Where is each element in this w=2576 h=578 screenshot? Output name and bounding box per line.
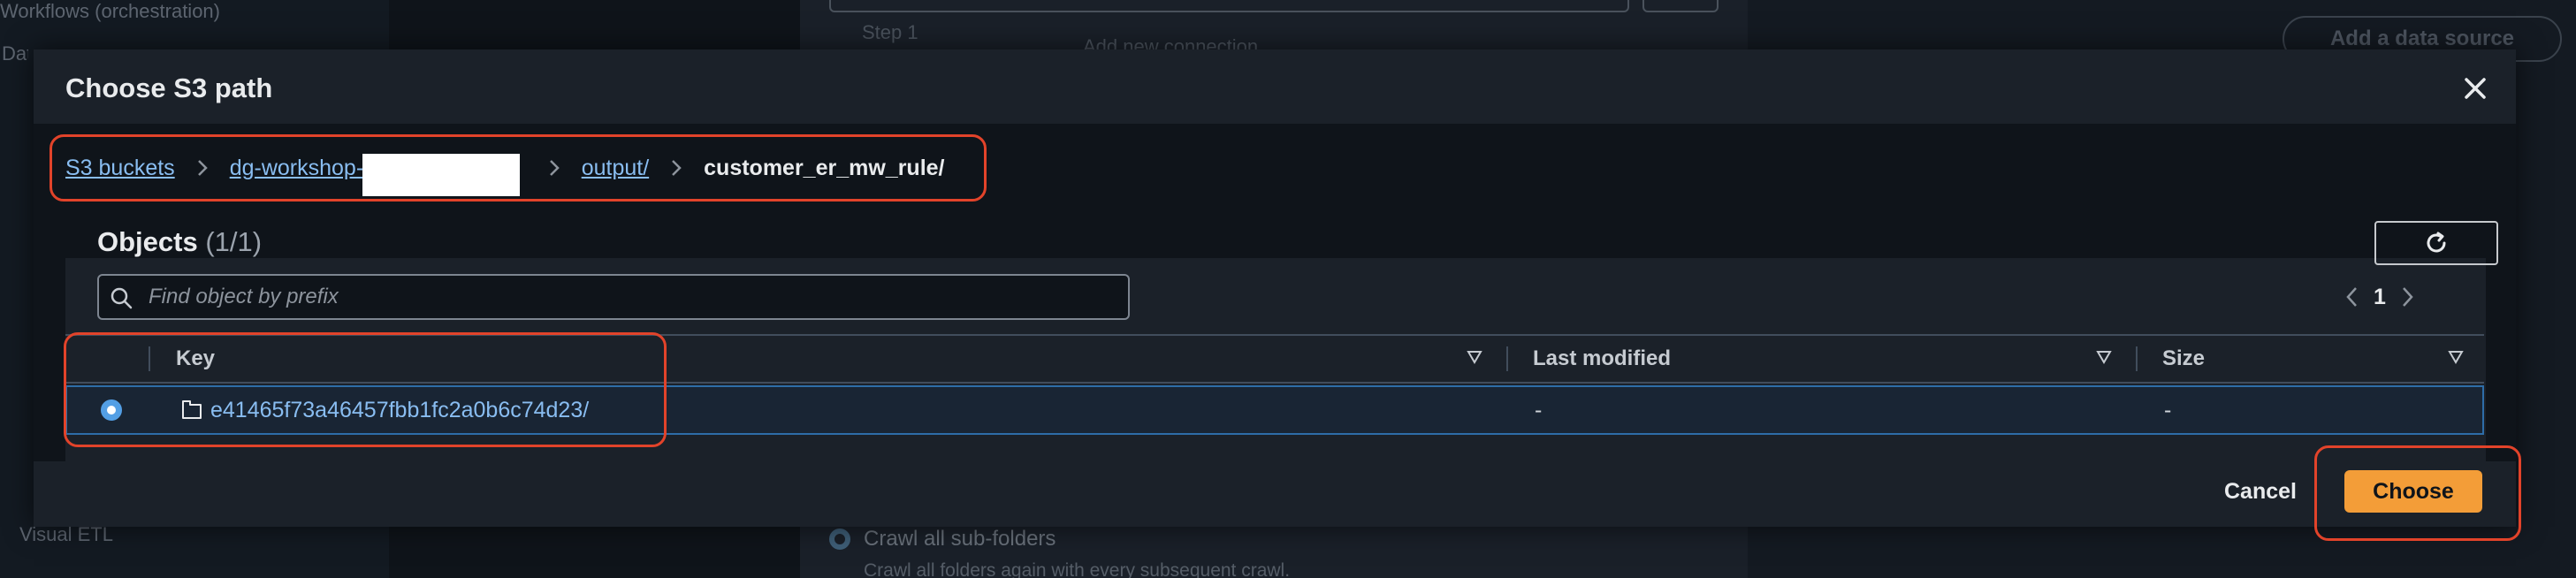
close-button[interactable] <box>2459 72 2491 104</box>
objects-title: Objects <box>97 226 198 257</box>
page-number[interactable]: 1 <box>2369 285 2390 310</box>
next-page-button[interactable] <box>2390 281 2426 313</box>
column-divider <box>2136 346 2138 371</box>
background-button <box>1642 0 1719 12</box>
pagination: 1 <box>2334 281 2426 313</box>
sort-icon[interactable] <box>2095 348 2113 366</box>
breadcrumb-s3-buckets[interactable]: S3 buckets <box>65 156 175 181</box>
search-input[interactable] <box>149 276 1121 318</box>
column-header-last-modified[interactable]: Last modified <box>1533 336 1671 382</box>
last-modified-cell: - <box>1535 398 1543 422</box>
step-label: Step 1 <box>862 21 918 43</box>
crawl-option-description: Crawl all folders again with every subse… <box>864 560 1291 578</box>
nav-item-workflows: Workflows (orchestration) <box>0 0 220 22</box>
objects-heading: Objects (1/1) <box>97 226 262 258</box>
sort-icon[interactable] <box>2447 348 2465 366</box>
chevron-right-icon <box>2403 287 2413 307</box>
search-icon <box>111 287 133 309</box>
column-header-key[interactable]: Key <box>176 336 215 382</box>
chevron-right-icon <box>197 160 208 176</box>
modal-header: Choose S3 path <box>34 49 2516 124</box>
close-icon <box>2465 78 2486 99</box>
chevron-right-icon <box>672 160 682 176</box>
column-header-size[interactable]: Size <box>2162 336 2205 382</box>
row-select-radio[interactable] <box>101 399 122 421</box>
previous-page-button[interactable] <box>2334 281 2369 313</box>
crawl-option-title: Crawl all sub-folders <box>864 527 1056 551</box>
search-field[interactable] <box>97 274 1130 320</box>
modal-title: Choose S3 path <box>65 72 273 103</box>
crawl-all-radio <box>829 529 850 550</box>
column-divider <box>1506 346 1508 371</box>
table-header: Key Last modified Size <box>65 334 2484 384</box>
chevron-right-icon <box>549 160 560 176</box>
breadcrumb-current: customer_er_mw_rule/ <box>704 155 945 180</box>
table-row[interactable]: e41465f73a46457fbb1fc2a0b6c74d23/ - - <box>65 385 2484 435</box>
object-key-link[interactable]: e41465f73a46457fbb1fc2a0b6c74d23/ <box>210 398 589 423</box>
column-divider <box>149 346 150 371</box>
cancel-button[interactable]: Cancel <box>2224 479 2297 505</box>
breadcrumb-output[interactable]: output/ <box>582 156 649 181</box>
nav-item-data: Data <box>2 42 28 65</box>
refresh-button[interactable] <box>2374 221 2498 265</box>
sort-icon[interactable] <box>1466 348 1483 366</box>
background-input <box>829 0 1629 12</box>
modal-footer: Cancel Choose <box>34 461 2516 527</box>
refresh-icon <box>2427 232 2446 253</box>
size-cell: - <box>2164 398 2172 422</box>
redaction-box <box>362 154 520 196</box>
chevron-left-icon <box>2346 287 2357 307</box>
objects-count: (1/1) <box>205 226 263 257</box>
folder-icon <box>182 400 202 419</box>
choose-button[interactable]: Choose <box>2344 470 2482 513</box>
